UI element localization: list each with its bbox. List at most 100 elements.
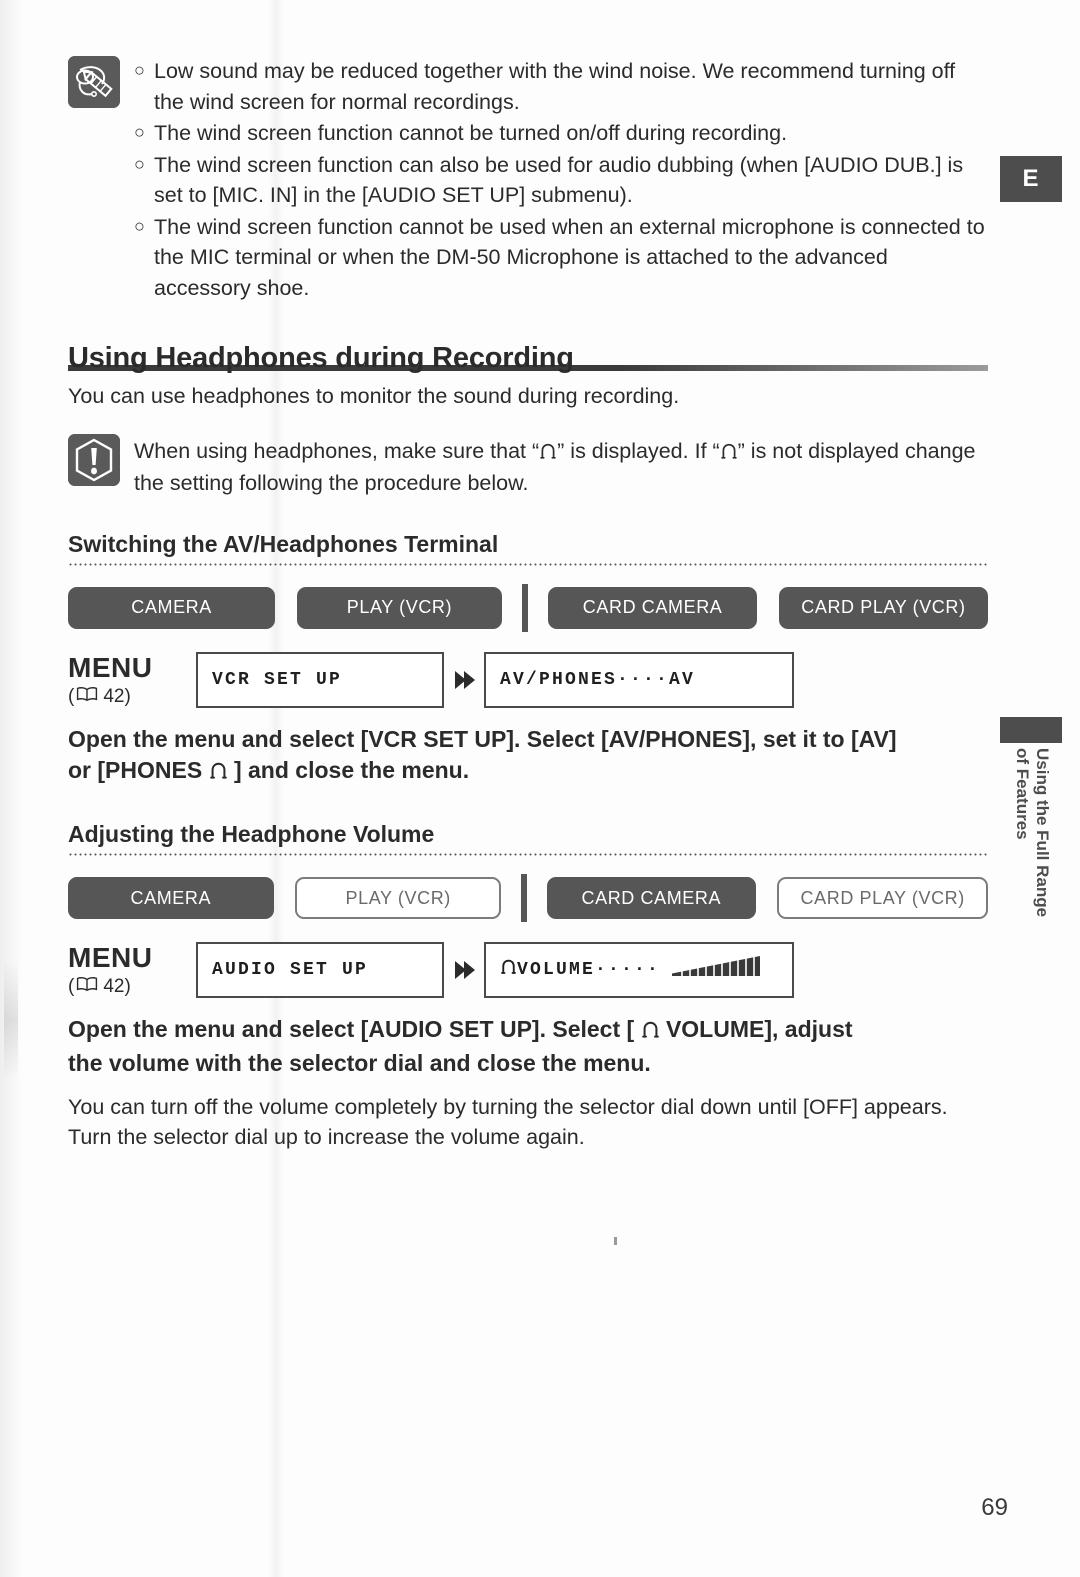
book-icon	[76, 686, 98, 708]
scan-smudge-artifact	[4, 960, 18, 1080]
mode-button-label: CARD PLAY (VCR)	[801, 597, 966, 618]
warning-exclamation-icon	[68, 433, 120, 486]
instruction-line-1-post: VOLUME], adjust	[659, 1016, 853, 1043]
page-content: ○ Low sound may be reduced together with…	[68, 0, 988, 1153]
section-lead-text: You can use headphones to monitor the so…	[68, 384, 680, 409]
mode-button-card-camera[interactable]: CARD CAMERA	[547, 877, 756, 920]
instruction-line-1: Open the menu and select [VCR SET UP]. S…	[68, 725, 897, 752]
note-bullet: ○ The wind screen function cannot be tur…	[134, 118, 988, 149]
headphones-icon	[501, 959, 516, 981]
mode-group-divider	[521, 874, 528, 923]
note-bullet-text: The wind screen function cannot be turne…	[154, 121, 788, 146]
headphones-icon	[641, 1016, 659, 1048]
warning-text-part-2: ” is displayed. If “	[557, 438, 720, 463]
headphones-icon	[720, 438, 737, 469]
subsection-2-instruction: Open the menu and select [AUDIO SET UP].…	[68, 1014, 988, 1079]
mode-button-label: CAMERA	[130, 887, 212, 908]
menu-ref-page: 42	[103, 976, 125, 998]
subsection-2-rule	[68, 853, 988, 857]
instruction-line-1-pre: Open the menu and select [AUDIO SET UP].…	[68, 1016, 641, 1043]
notes-bullet-list: ○ Low sound may be reduced together with…	[134, 56, 988, 304]
menu-box-primary[interactable]: VCR SET UP	[196, 651, 444, 708]
note-bullet-text: The wind screen function cannot be used …	[154, 214, 985, 300]
mode-button-card-play-vcr[interactable]: CARD PLAY (VCR)	[778, 586, 988, 629]
subsection-2-menu-row: MENU ( 42 ) AUDIO SET UP VOLUME·····	[68, 942, 988, 999]
mode-button-label: PLAY (VCR)	[346, 597, 453, 618]
bullet-marker-icon: ○	[134, 122, 145, 143]
instruction-line-2: the volume with the selector dial and cl…	[68, 1049, 651, 1076]
warning-text: When using headphones, make sure that “ ”…	[134, 434, 988, 499]
note-bullet: ○ The wind screen function cannot be use…	[134, 212, 988, 304]
menu-box-secondary[interactable]: AV/PHONES····AV	[484, 651, 794, 708]
menu-button-label: MENU	[68, 942, 153, 974]
menu-ref-close: )	[124, 976, 131, 998]
mode-button-label: CARD CAMERA	[582, 597, 723, 618]
section-heading-wrap: Using Headphones during Recording	[68, 342, 988, 375]
menu-box-primary-label: VCR SET UP	[212, 669, 343, 690]
menu-box-primary-label: AUDIO SET UP	[212, 960, 369, 981]
instruction-line-2-pre: or [PHONES	[68, 757, 209, 784]
double-chevron-right-icon	[444, 665, 484, 695]
volume-level-wedge-icon	[672, 954, 764, 986]
subsection-2-heading: Adjusting the Headphone Volume	[68, 821, 435, 848]
bullet-marker-icon: ○	[134, 60, 145, 80]
subsection-2-mode-buttons: CAMERA PLAY (VCR) CARD CAMERA CARD PLAY …	[68, 874, 988, 923]
book-icon	[76, 976, 98, 998]
note-bullet-text: The wind screen function can also be use…	[154, 152, 964, 208]
mode-button-camera[interactable]: CAMERA	[68, 877, 274, 920]
bullet-marker-icon: ○	[134, 153, 145, 174]
mode-button-label: CARD PLAY (VCR)	[800, 887, 965, 908]
scan-edge-shadow	[0, 0, 22, 1577]
menu-page-reference: ( 42 )	[68, 976, 196, 998]
menu-ref-page: 42	[103, 685, 125, 707]
menu-ref-open: (	[68, 685, 75, 707]
mode-button-label: CARD CAMERA	[581, 887, 722, 908]
instruction-line-2-post: ] and close the menu.	[227, 757, 470, 784]
edition-badge-label: E	[1022, 165, 1040, 192]
menu-label-group: MENU ( 42 )	[68, 652, 196, 708]
warning-block: When using headphones, make sure that “ ”…	[68, 433, 988, 499]
menu-box-secondary-label: VOLUME·····	[517, 960, 661, 981]
note-bullet: ○ The wind screen function can also be u…	[134, 150, 988, 211]
subsection-1-instruction: Open the menu and select [VCR SET UP]. S…	[68, 724, 988, 789]
side-tab-marker	[1000, 717, 1062, 743]
subsection-1-mode-buttons: CAMERA PLAY (VCR) CARD CAMERA CARD PLAY …	[68, 583, 988, 632]
menu-ref-close: )	[124, 685, 131, 707]
menu-button-label: MENU	[68, 651, 153, 683]
headphones-icon	[209, 757, 227, 789]
notes-pencil-icon	[68, 56, 120, 108]
menu-ref-open: (	[68, 976, 75, 998]
mode-button-card-camera[interactable]: CARD CAMERA	[548, 586, 758, 629]
menu-page-reference: ( 42 )	[68, 686, 196, 708]
warning-text-part-1: When using headphones, make sure that “	[134, 438, 540, 463]
mode-button-play-vcr[interactable]: PLAY (VCR)	[296, 586, 503, 629]
mode-button-camera[interactable]: CAMERA	[68, 586, 276, 629]
notes-block: ○ Low sound may be reduced together with…	[68, 56, 988, 304]
menu-box-primary[interactable]: AUDIO SET UP	[196, 942, 444, 999]
menu-label-group: MENU ( 42 )	[68, 942, 196, 998]
edition-badge: E	[1000, 156, 1062, 202]
menu-box-secondary-label: AV/PHONES····AV	[500, 669, 696, 690]
mode-button-label: PLAY (VCR)	[345, 887, 451, 908]
mode-button-card-play-vcr[interactable]: CARD PLAY (VCR)	[777, 877, 988, 920]
mode-button-play-vcr[interactable]: PLAY (VCR)	[295, 877, 502, 920]
mode-group-divider	[522, 583, 529, 632]
manual-page: E Using the Full Range of Features ○ Low…	[0, 0, 1080, 1577]
headphones-icon	[540, 438, 556, 469]
note-bullet: ○ Low sound may be reduced together with…	[134, 56, 988, 117]
page-number: 69	[981, 1494, 1008, 1521]
subsection-1-heading: Switching the AV/Headphones Terminal	[68, 530, 499, 557]
double-chevron-right-icon	[444, 955, 484, 985]
section-title: Using Headphones during Recording	[68, 342, 574, 375]
side-tab-line-1: Using the Full Range	[1032, 748, 1052, 918]
subsection-1-rule	[68, 562, 988, 566]
mode-button-label: CAMERA	[131, 597, 212, 618]
note-bullet-text: Low sound may be reduced together with t…	[154, 59, 956, 114]
bullet-marker-icon: ○	[134, 215, 145, 236]
subsection-2-body-text: You can turn off the volume completely b…	[68, 1094, 948, 1150]
menu-box-secondary[interactable]: VOLUME·····	[484, 942, 794, 999]
side-chapter-tab: Using the Full Range of Features	[1000, 748, 1064, 1048]
scan-speck-artifact	[614, 1237, 617, 1245]
subsection-1-menu-row: MENU ( 42 ) VCR SET UP AV/PHONES····AV	[68, 651, 988, 708]
side-tab-line-2: of Features	[1013, 748, 1032, 840]
